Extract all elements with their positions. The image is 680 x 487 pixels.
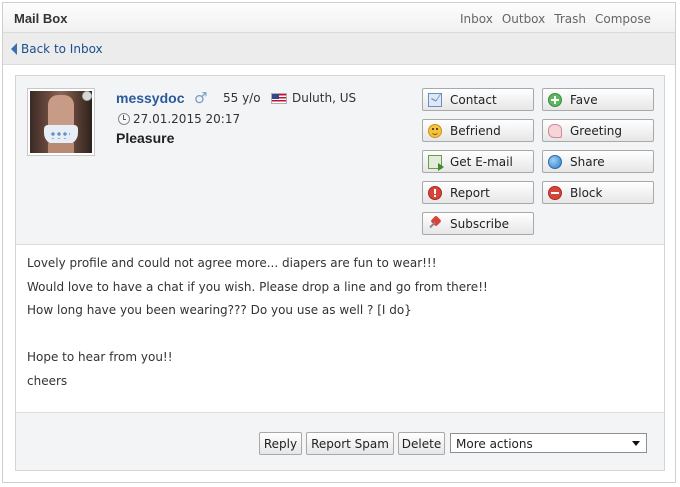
more-actions-value: More actions [456,437,533,451]
nav-inbox[interactable]: Inbox [460,12,493,26]
report-spam-button[interactable]: Report Spam [306,432,394,455]
subscribe-button[interactable]: Subscribe [422,212,534,235]
avatar-photo [30,91,92,153]
mail-forward-icon [428,154,444,171]
nav-compose[interactable]: Compose [595,12,651,26]
block-label: Block [570,185,603,200]
envelope-icon [428,92,442,107]
sender-username[interactable]: messydoc [116,90,184,106]
male-icon: ♂ [194,89,208,107]
top-nav: Inbox Outbox Trash Compose [460,12,651,26]
subscribe-label: Subscribe [450,216,509,231]
fave-label: Fave [570,92,598,107]
online-status-icon [82,91,92,101]
wave-hand-icon [548,123,562,138]
pushpin-icon [428,217,442,231]
message-line: Would love to have a chat if you wish. P… [27,279,488,294]
message-line: How long have you been wearing??? Do you… [27,303,412,317]
window-title: Mail Box [14,11,68,26]
share-button[interactable]: Share [542,150,654,173]
delete-button[interactable]: Delete [398,432,445,455]
message-box: messydoc ♂ 55 y/o Duluth, US 27.01.2015 … [15,75,665,471]
sender-age: 55 y/o [223,91,261,105]
contact-button[interactable]: Contact [422,88,534,111]
message-datetime: 27.01.2015 20:17 [133,112,241,126]
block-button[interactable]: Block [542,181,654,204]
greeting-button[interactable]: Greeting [542,119,654,142]
befriend-label: Befriend [450,123,501,138]
sender-avatar[interactable] [27,88,95,156]
message-line: Lovely profile and could not agree more.… [27,256,437,270]
back-arrow-icon [11,43,17,55]
report-button[interactable]: Report [422,181,534,204]
back-link-label: Back to Inbox [21,42,103,56]
nav-trash[interactable]: Trash [554,12,586,26]
reply-button[interactable]: Reply [259,432,302,455]
message-subject: Pleasure [116,130,175,146]
chevron-down-icon [632,441,640,446]
get-email-label: Get E-mail [450,154,513,169]
message-header: messydoc ♂ 55 y/o Duluth, US 27.01.2015 … [16,76,664,245]
action-buttons: Contact Fave Befriend Greeting Get E-mai… [422,88,658,240]
back-to-inbox-link[interactable]: Back to Inbox [11,42,103,56]
warning-icon [428,185,442,200]
us-flag-icon [271,93,287,104]
message-footer: Reply Report Spam Delete More actions [16,412,664,470]
contact-label: Contact [450,92,497,107]
mailbox-window: Mail Box Inbox Outbox Trash Compose Back… [2,2,676,483]
share-label: Share [570,154,605,169]
block-icon [548,185,562,200]
smiley-icon [428,123,442,138]
message-body: Lovely profile and could not agree more.… [27,256,647,397]
fave-button[interactable]: Fave [542,88,654,111]
greeting-label: Greeting [570,123,622,138]
globe-icon [548,154,562,169]
get-email-button[interactable]: Get E-mail [422,150,534,173]
nav-outbox[interactable]: Outbox [502,12,545,26]
report-label: Report [450,185,490,200]
message-line: cheers [27,373,68,388]
back-bar: Back to Inbox [3,33,675,65]
plus-circle-icon [548,92,562,107]
message-line [27,327,647,351]
title-bar: Mail Box Inbox Outbox Trash Compose [3,3,675,33]
more-actions-select[interactable]: More actions [450,433,647,453]
befriend-button[interactable]: Befriend [422,119,534,142]
clock-icon [118,113,130,125]
message-line: Hope to hear from you!! [27,350,173,364]
sender-location: Duluth, US [292,91,357,105]
